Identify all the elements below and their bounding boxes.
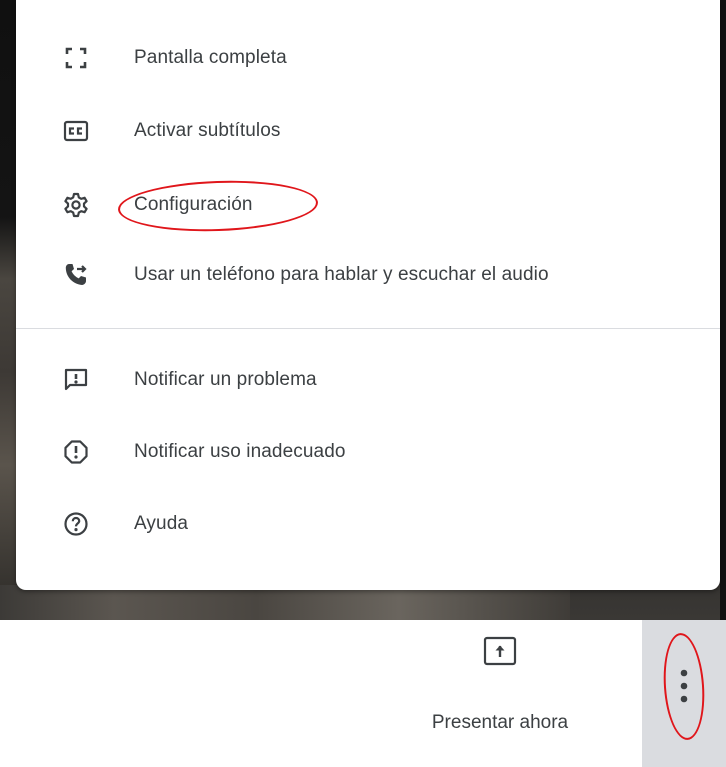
present-screen-icon xyxy=(483,636,517,666)
menu-item-label: Usar un teléfono para hablar y escuchar … xyxy=(134,264,549,285)
menu-item-settings[interactable]: Configuración xyxy=(16,177,720,233)
more-options-menu: Pantalla completa Activar subtítulos Con… xyxy=(16,0,720,590)
menu-item-captions[interactable]: Activar subtítulos xyxy=(16,103,720,159)
menu-item-label: Ayuda xyxy=(134,513,189,534)
menu-item-label: Notificar uso inadecuado xyxy=(134,441,346,462)
more-options-button[interactable] xyxy=(642,620,726,767)
menu-divider xyxy=(16,328,720,329)
video-bottom-band xyxy=(0,585,570,620)
menu-item-use-phone-audio[interactable]: Usar un teléfono para hablar y escuchar … xyxy=(16,247,720,303)
present-now-label: Presentar ahora xyxy=(431,712,569,733)
closed-captions-icon xyxy=(62,117,90,145)
phone-forward-icon xyxy=(62,261,90,289)
menu-item-label: Pantalla completa xyxy=(134,47,287,68)
menu-item-label: Activar subtítulos xyxy=(134,120,281,141)
settings-gear-icon xyxy=(62,191,90,219)
menu-item-label: Configuración xyxy=(134,194,253,215)
report-abuse-icon xyxy=(62,438,90,466)
menu-item-report-abuse[interactable]: Notificar uso inadecuado xyxy=(16,424,720,480)
report-problem-icon xyxy=(62,366,90,394)
present-now-button[interactable]: Presentar ahora xyxy=(400,628,600,758)
fullscreen-icon xyxy=(62,44,90,72)
menu-item-help[interactable]: Ayuda xyxy=(16,496,720,552)
more-vert-icon xyxy=(677,666,691,706)
video-right-strip xyxy=(720,0,726,620)
menu-item-report-problem[interactable]: Notificar un problema xyxy=(16,352,720,408)
menu-item-label: Notificar un problema xyxy=(134,369,317,390)
help-icon xyxy=(62,510,90,538)
menu-item-fullscreen[interactable]: Pantalla completa xyxy=(16,30,720,86)
